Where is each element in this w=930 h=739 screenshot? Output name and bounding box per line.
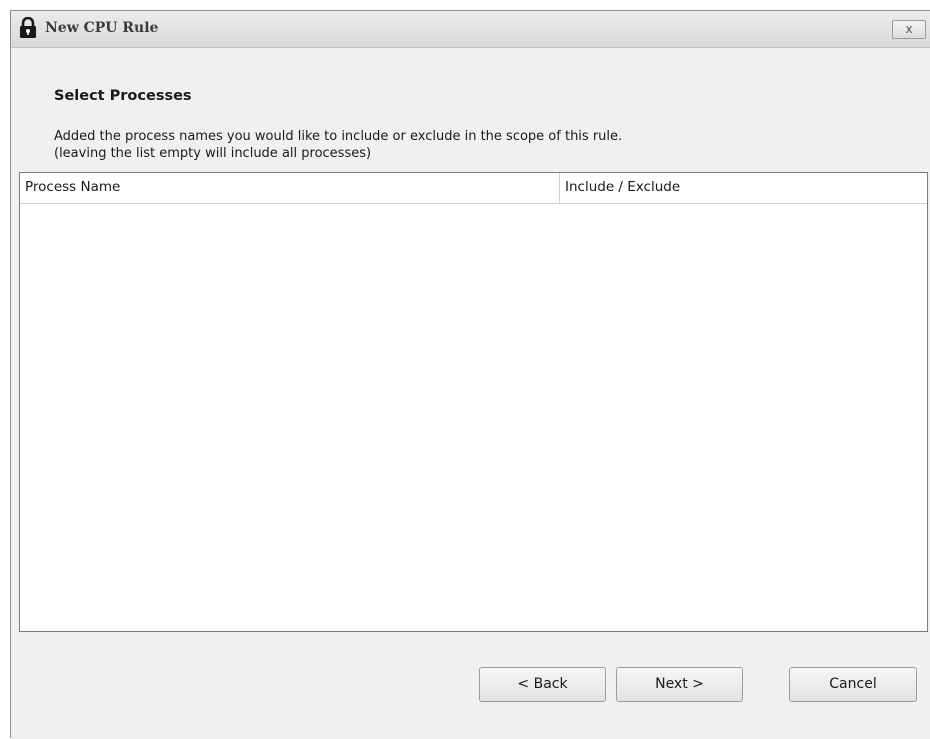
- lock-icon: [18, 16, 38, 39]
- cancel-button[interactable]: Cancel: [789, 667, 917, 702]
- description-line-1: Added the process names you would like t…: [54, 129, 623, 144]
- window-title: New CPU Rule: [45, 20, 159, 36]
- close-button[interactable]: x: [892, 20, 926, 39]
- list-body[interactable]: [20, 204, 927, 631]
- process-list[interactable]: Process Name Include / Exclude: [19, 172, 928, 632]
- column-header-include-exclude[interactable]: Include / Exclude: [560, 173, 927, 203]
- description-line-2: (leaving the list empty will include all…: [54, 146, 372, 161]
- list-header: Process Name Include / Exclude: [20, 173, 927, 204]
- next-button[interactable]: Next >: [616, 667, 743, 702]
- back-button[interactable]: < Back: [479, 667, 606, 702]
- description-text: Added the process names you would like t…: [54, 128, 622, 162]
- title-bar[interactable]: New CPU Rule x: [11, 11, 930, 48]
- dialog-window: New CPU Rule x Select Processes Added th…: [10, 10, 930, 739]
- column-header-process-name[interactable]: Process Name: [20, 173, 560, 203]
- close-icon: x: [905, 22, 913, 36]
- wizard-header: Select Processes Added the process names…: [11, 48, 930, 172]
- section-title: Select Processes: [54, 88, 192, 104]
